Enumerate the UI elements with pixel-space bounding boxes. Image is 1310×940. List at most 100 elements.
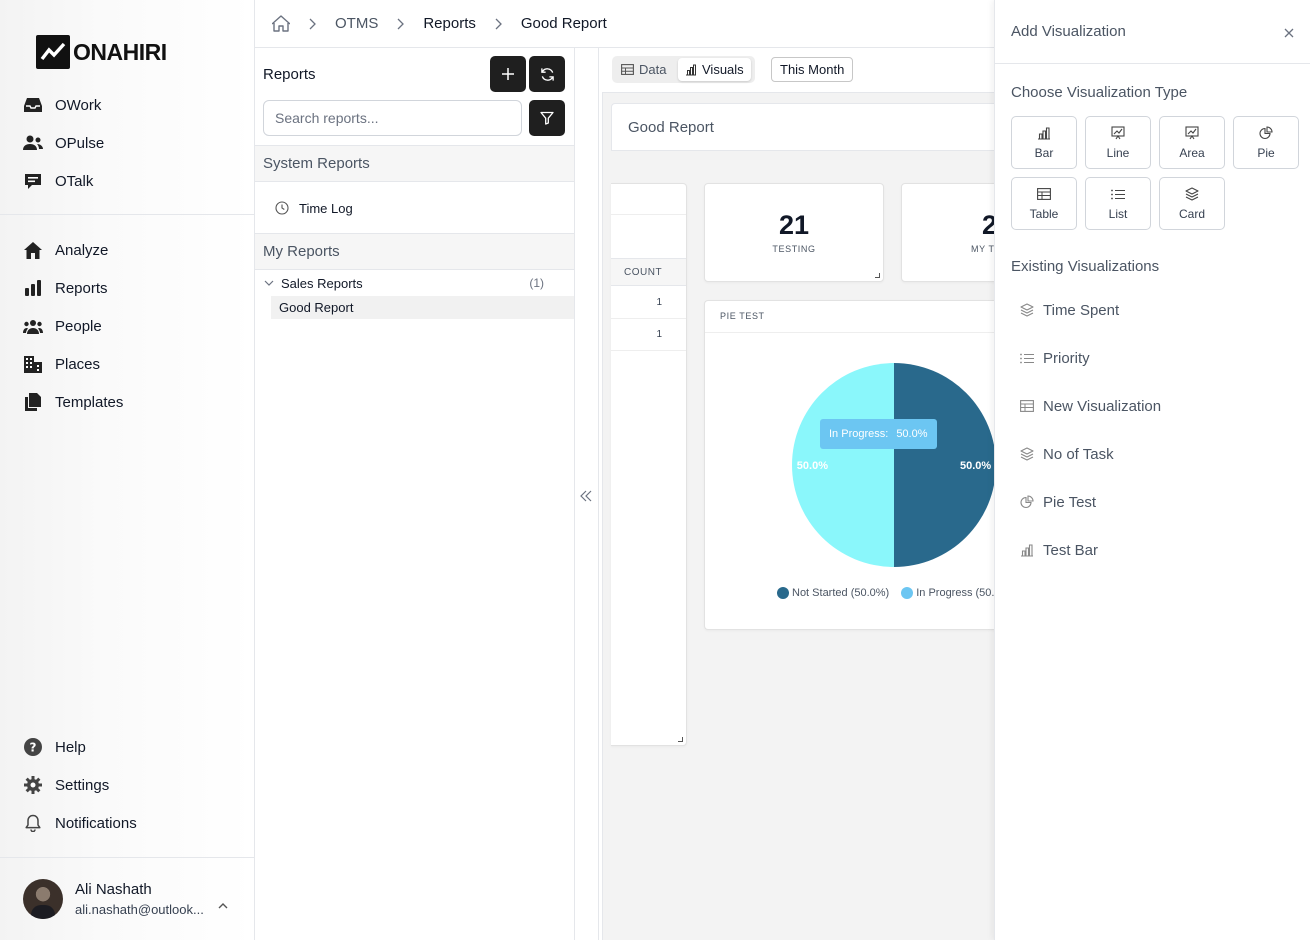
viz-type-bar[interactable]: Bar xyxy=(1011,116,1077,169)
my-reports-header: My Reports xyxy=(255,233,574,270)
viz-type-label: Line xyxy=(1106,146,1130,160)
period-selector[interactable]: This Month xyxy=(771,57,854,82)
report-item-label: Time Log xyxy=(299,200,353,216)
breadcrumb-otms[interactable]: OTMS xyxy=(335,15,378,32)
existing-viz-label: Test Bar xyxy=(1043,541,1099,559)
legend-item[interactable]: In Progress (50.0%) xyxy=(901,587,1004,599)
nav-item-otalk[interactable]: OTalk xyxy=(0,162,255,200)
pie-chart[interactable]: 50.0% 50.0% xyxy=(705,332,1004,612)
filter-button[interactable] xyxy=(529,100,565,136)
report-canvas: Good Report COUNT 1 1 21 TESTING 2 MY T xyxy=(602,92,1021,940)
chevron-right-icon xyxy=(397,18,405,30)
close-icon[interactable] xyxy=(1284,25,1294,43)
existing-viz-new-visualization[interactable]: New Visualization xyxy=(1019,394,1161,418)
existing-viz-label: Priority xyxy=(1043,349,1090,367)
resize-handle[interactable] xyxy=(875,273,880,278)
home-icon xyxy=(23,240,43,260)
help-icon: ? xyxy=(23,737,43,757)
nav-label: Templates xyxy=(55,393,124,411)
report-item-good-report[interactable]: Good Report xyxy=(271,296,574,319)
reports-panel: Reports System Reports Time Log My Repor… xyxy=(255,48,575,940)
viz-type-list[interactable]: List xyxy=(1085,177,1151,230)
choose-type-label: Choose Visualization Type xyxy=(1011,84,1188,101)
existing-viz-label: New Visualization xyxy=(1043,397,1162,415)
legend-swatch xyxy=(777,587,789,599)
nav-item-reports[interactable]: Reports xyxy=(0,269,255,307)
nav-label: OTalk xyxy=(55,172,94,190)
search-input[interactable] xyxy=(263,100,522,136)
nav-label: OWork xyxy=(55,96,102,114)
viz-type-label: Pie xyxy=(1257,146,1275,160)
existing-viz-test-bar[interactable]: Test Bar xyxy=(1019,538,1098,562)
chevron-right-icon xyxy=(309,18,316,30)
nav-item-people[interactable]: People xyxy=(0,307,255,345)
list-icon xyxy=(1019,353,1035,364)
chart-tooltip: In Progress: 50.0% xyxy=(820,419,937,449)
pie-chart-widget[interactable]: PIE TEST 50.0% 50.0% In Progress: 50.0% N… xyxy=(704,300,1004,630)
nav-item-notifications[interactable]: Notifications xyxy=(0,804,255,842)
nav-label: Settings xyxy=(55,776,110,794)
nav-item-analyze[interactable]: Analyze xyxy=(0,231,255,269)
nav-item-templates[interactable]: Templates xyxy=(0,383,255,421)
kpi-card-testing[interactable]: 21 TESTING xyxy=(704,183,884,282)
viz-type-pie[interactable]: Pie xyxy=(1233,116,1299,169)
existing-viz-priority[interactable]: Priority xyxy=(1019,346,1090,370)
existing-viz-pie-test[interactable]: Pie Test xyxy=(1019,490,1096,514)
home-icon[interactable] xyxy=(272,15,290,32)
logo-icon xyxy=(36,35,70,69)
tab-visuals[interactable]: Visuals xyxy=(678,58,751,81)
table-icon xyxy=(621,64,634,75)
existing-viz-no-of-task[interactable]: No of Task xyxy=(1019,442,1114,466)
existing-viz-time-spent[interactable]: Time Spent xyxy=(1019,298,1119,322)
view-toggle: Data Visuals xyxy=(612,56,755,83)
bell-icon xyxy=(23,813,43,833)
report-item-label: Good Report xyxy=(279,300,354,315)
chevron-up-icon[interactable] xyxy=(218,896,228,914)
viz-type-area[interactable]: Area xyxy=(1159,116,1225,169)
nav-item-owork[interactable]: OWork xyxy=(0,86,255,124)
refresh-icon xyxy=(540,67,554,81)
chat-icon xyxy=(23,171,43,191)
table-widget[interactable]: COUNT 1 1 xyxy=(611,183,687,746)
line-chart-icon xyxy=(1111,125,1125,141)
viz-type-label: Table xyxy=(1029,207,1059,221)
svg-text:?: ? xyxy=(30,741,37,755)
viz-type-table[interactable]: Table xyxy=(1011,177,1077,230)
legend-swatch xyxy=(901,587,914,599)
nav-item-help[interactable]: ? Help xyxy=(0,728,255,766)
nav-label: People xyxy=(55,317,102,335)
widget-grid: COUNT 1 1 21 TESTING 2 MY T PIE TEST 50.… xyxy=(611,151,1021,940)
brand-logo[interactable]: ONAHIRI xyxy=(36,35,167,69)
viz-type-label: Area xyxy=(1179,146,1205,160)
tab-label: Visuals xyxy=(702,62,744,77)
breadcrumb-current: Good Report xyxy=(520,15,607,32)
refresh-button[interactable] xyxy=(529,56,565,92)
viz-type-card[interactable]: Card xyxy=(1159,177,1225,230)
folder-label: Sales Reports xyxy=(281,275,363,291)
resize-handle[interactable] xyxy=(678,737,683,742)
double-chevron-left-icon[interactable] xyxy=(580,489,592,507)
gear-icon xyxy=(23,775,43,795)
existing-viz-label: No of Task xyxy=(1043,445,1114,463)
viz-type-label: List xyxy=(1108,207,1128,221)
kpi-label: TESTING xyxy=(772,244,816,254)
add-report-button[interactable] xyxy=(490,56,526,92)
nav-item-places[interactable]: Places xyxy=(0,345,255,383)
chart-title: PIE TEST xyxy=(720,311,765,321)
layers-icon xyxy=(1019,447,1035,461)
viz-type-line[interactable]: Line xyxy=(1085,116,1151,169)
table-header-count: COUNT xyxy=(611,258,686,286)
breadcrumb-reports[interactable]: Reports xyxy=(423,15,476,32)
nav-divider xyxy=(0,214,255,215)
folder-sales-reports[interactable]: Sales Reports (1) xyxy=(264,274,574,292)
nav-item-opulse[interactable]: OPulse xyxy=(0,124,255,162)
tab-data[interactable]: Data xyxy=(614,58,673,81)
pie-chart-icon xyxy=(1019,495,1035,509)
nav-label: Places xyxy=(55,355,101,373)
nav-item-settings[interactable]: Settings xyxy=(0,766,255,804)
legend-item[interactable]: Not Started (50.0%) xyxy=(777,587,889,599)
legend-label: Not Started (50.0%) xyxy=(792,587,890,599)
user-menu[interactable]: Ali Nashath ali.nashath@outlook... xyxy=(0,857,255,940)
report-item-time-log[interactable]: Time Log xyxy=(275,199,353,217)
system-reports-header: System Reports xyxy=(255,145,574,182)
